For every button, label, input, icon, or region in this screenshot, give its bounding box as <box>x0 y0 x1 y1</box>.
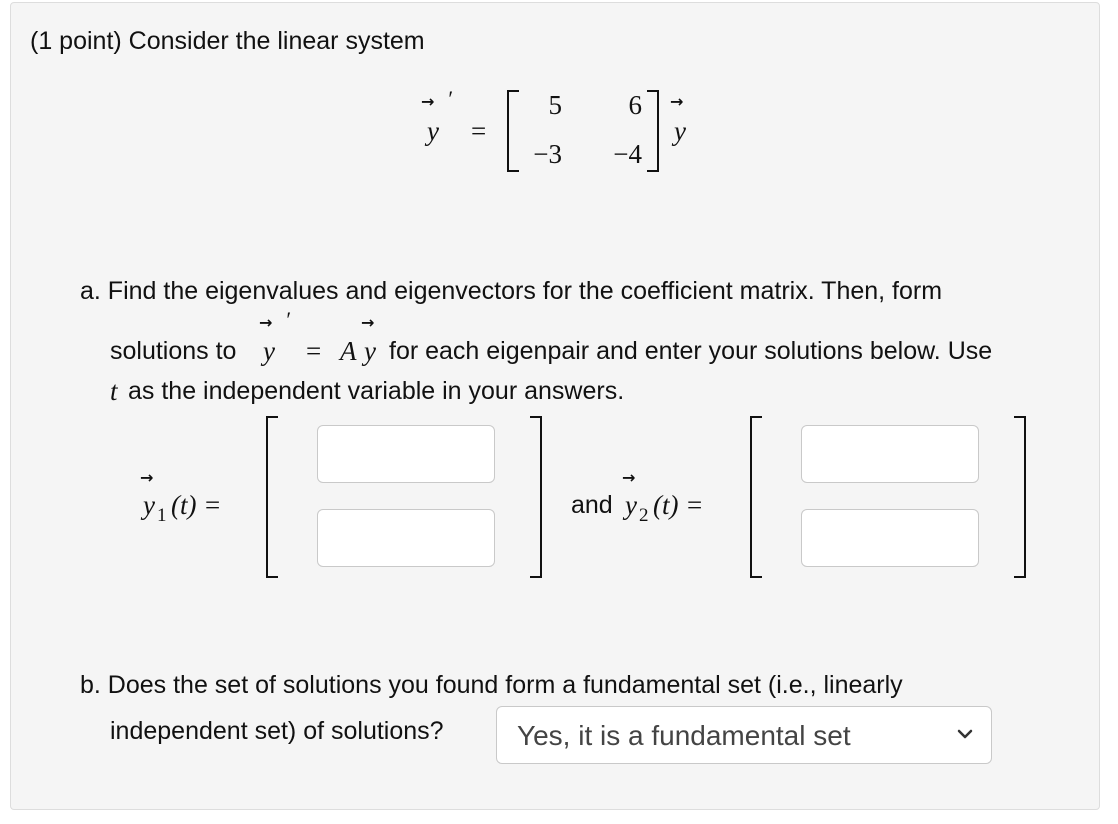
y2-left-bracket <box>750 416 762 578</box>
y1-top-input[interactable] <box>317 425 495 483</box>
vector-arrow-icon: → <box>259 313 273 332</box>
matrix-entry-21: −3 <box>533 139 562 169</box>
fundamental-set-dropdown[interactable]: Yes, it is a fundamental set <box>496 706 992 764</box>
matrix-entry-11: 5 <box>548 90 563 120</box>
y1-left-bracket <box>266 416 278 578</box>
y2-top-input[interactable] <box>801 425 979 483</box>
eq-matrix-A: A <box>340 336 357 366</box>
y1-subscript: 1 <box>157 505 167 526</box>
problem-intro: (1 point) Consider the linear system <box>30 27 425 55</box>
y1-right-bracket <box>530 416 542 578</box>
vector-arrow-icon: → <box>140 468 154 487</box>
matrix-right-bracket <box>647 90 659 172</box>
y2-right-bracket <box>1014 416 1026 578</box>
vector-arrow-icon: → <box>361 313 375 332</box>
prime-mark: ′ <box>285 307 290 332</box>
part-a-line1: a. Find the eigenvalues and eigenvectors… <box>80 277 943 305</box>
y2-subscript: 2 <box>639 505 649 526</box>
vector-arrow-icon: → <box>622 468 636 487</box>
vector-arrow-icon: → <box>421 92 435 111</box>
rhs-variable: y <box>674 116 686 146</box>
y2-bottom-input[interactable] <box>801 509 979 567</box>
y1-argument: (t) = <box>171 490 222 520</box>
prime-mark: ′ <box>447 86 452 111</box>
equals-sign: = <box>471 116 487 146</box>
matrix-entry-22: −4 <box>613 139 642 169</box>
y2-argument: (t) = <box>653 490 704 520</box>
matrix-entry-12: 6 <box>628 90 643 120</box>
part-a-line3-text: as the independent variable in your answ… <box>128 377 625 405</box>
lhs-variable: y <box>427 116 439 146</box>
vector-arrow-icon: → <box>670 92 684 111</box>
part-b-line1: b. Does the set of solutions you found f… <box>80 671 903 699</box>
independent-variable: t <box>110 376 118 406</box>
y1-label: y <box>143 490 155 520</box>
chevron-down-icon <box>957 729 973 739</box>
eq-equals-sign: = <box>306 336 322 366</box>
eq-lhs-variable: y <box>263 336 275 366</box>
dropdown-selected-value: Yes, it is a fundamental set <box>517 720 851 751</box>
part-b-line2: independent set) of solutions? <box>110 717 444 745</box>
y1-bottom-input[interactable] <box>317 509 495 567</box>
y2-label: y <box>625 490 637 520</box>
part-a-line2-end: for each eigenpair and enter your soluti… <box>389 337 993 365</box>
eq-rhs-variable: y <box>364 336 376 366</box>
part-a-solutions-to: solutions to <box>110 337 237 365</box>
and-text: and <box>571 491 613 519</box>
